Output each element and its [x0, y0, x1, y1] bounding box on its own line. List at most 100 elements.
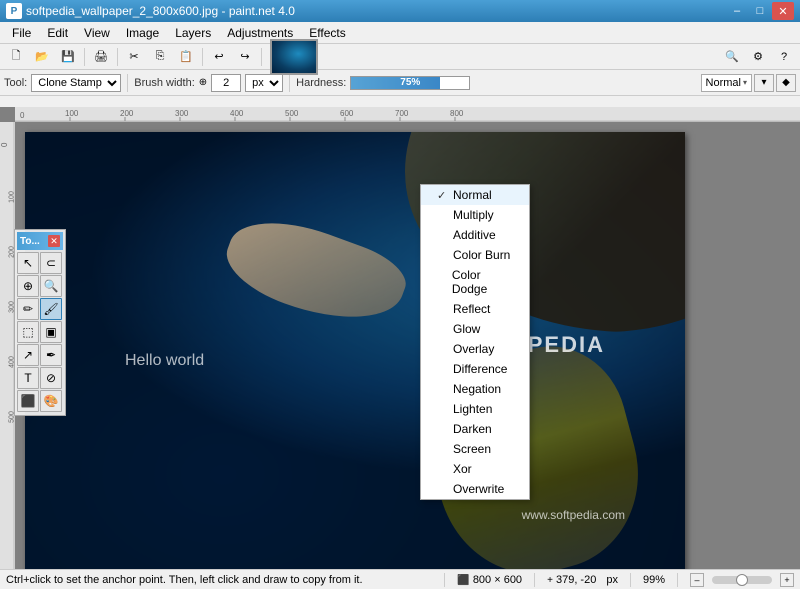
menu-layers[interactable]: Layers	[167, 24, 219, 42]
options-sep-1	[127, 74, 128, 92]
blend-label-normal: Normal	[453, 188, 492, 202]
status-unit: px	[606, 574, 618, 586]
tool-row-2: ⊕ 🔍	[17, 275, 63, 297]
help-button[interactable]: ?	[772, 46, 796, 68]
thumbnail-image	[272, 41, 316, 73]
blend-additive[interactable]: Additive	[421, 225, 529, 245]
new-button[interactable]: 🗋	[4, 46, 28, 68]
blend-darken[interactable]: Darken	[421, 419, 529, 439]
tool-select[interactable]: Clone Stamp	[31, 74, 121, 92]
undo-button[interactable]: ↩	[207, 46, 231, 68]
minimize-button[interactable]: –	[726, 2, 748, 20]
menu-file[interactable]: File	[4, 24, 39, 42]
save-button[interactable]: 💾	[56, 46, 80, 68]
main-area: 0 100 200 300 400 500 600 700 800 0 100 …	[0, 107, 800, 569]
svg-text:300: 300	[175, 109, 189, 118]
status-sep-1	[444, 573, 445, 587]
menu-edit[interactable]: Edit	[39, 24, 76, 42]
close-button[interactable]: ✕	[772, 2, 794, 20]
blend-mode-btn2[interactable]: ◆	[776, 74, 796, 92]
eraser-tool[interactable]: ⬚	[17, 321, 39, 343]
blend-normal[interactable]: ✓ Normal	[421, 185, 529, 205]
fill-tool[interactable]: ▣	[40, 321, 62, 343]
lasso-tool[interactable]: ⊂	[40, 252, 62, 274]
paste-button[interactable]: 📋	[174, 46, 198, 68]
blend-reflect[interactable]: Reflect	[421, 299, 529, 319]
zoom-out-button[interactable]: –	[690, 573, 704, 587]
tool-panel-title: To...	[20, 236, 40, 247]
blend-xor[interactable]: Xor	[421, 459, 529, 479]
canvas-container: Hello world SOFTPEDIA www.softpedia.com	[25, 132, 685, 569]
blend-label-colordodge: Color Dodge	[452, 268, 513, 296]
brush-width-label: Brush width:	[134, 77, 195, 89]
blend-mode-btn1[interactable]: ▾	[754, 74, 774, 92]
svg-text:200: 200	[120, 109, 134, 118]
status-bar: Ctrl+click to set the anchor point. Then…	[0, 569, 800, 589]
copy-button[interactable]: ⎘	[148, 46, 172, 68]
svg-text:100: 100	[65, 109, 79, 118]
blend-multiply[interactable]: Multiply	[421, 205, 529, 225]
status-sep-4	[677, 573, 678, 587]
text-tool[interactable]: T	[17, 367, 39, 389]
brush-tool[interactable]: 🖌	[40, 298, 62, 320]
pan-tool[interactable]: 🔍	[40, 275, 62, 297]
zoom-button[interactable]: 🔍	[720, 46, 744, 68]
svg-text:500: 500	[285, 109, 299, 118]
menu-image[interactable]: Image	[118, 24, 167, 42]
vertical-ruler: 0 100 200 300 400 500	[0, 122, 15, 569]
hardness-slider[interactable]: 75%	[350, 76, 470, 90]
app-icon: P	[6, 3, 22, 19]
crop-tool[interactable]: ⊘	[40, 367, 62, 389]
ruler-v-svg: 0 100 200 300 400 500	[0, 122, 15, 569]
blend-label-overlay: Overlay	[453, 342, 494, 356]
blend-label-glow: Glow	[453, 322, 480, 336]
blend-colorburn[interactable]: Color Burn	[421, 245, 529, 265]
tool-panel: To... ✕ ↖ ⊂ ⊕ 🔍 ✏ 🖌 ⬚ ▣ ↗ ✒ T ⊘ ⬛ 🎨	[14, 229, 66, 416]
color-picker[interactable]: ⬛	[17, 390, 39, 412]
blend-lighten[interactable]: Lighten	[421, 399, 529, 419]
blend-label-darken: Darken	[453, 422, 492, 436]
menu-view[interactable]: View	[76, 24, 118, 42]
brush-size-unit-select[interactable]: px	[245, 74, 283, 92]
blend-label-lighten: Lighten	[453, 402, 492, 416]
zoom-in-button[interactable]: +	[780, 573, 794, 587]
blend-negation[interactable]: Negation	[421, 379, 529, 399]
open-button[interactable]: 📂	[30, 46, 54, 68]
brush-width-input[interactable]: 2	[211, 74, 241, 92]
blend-overlay[interactable]: Overlay	[421, 339, 529, 359]
blend-difference[interactable]: Difference	[421, 359, 529, 379]
toolbar-separator-3	[202, 48, 203, 66]
tool-row-7: ⬛ 🎨	[17, 390, 63, 412]
cut-button[interactable]: ✂	[122, 46, 146, 68]
ruler-h-svg: 0 100 200 300 400 500 600 700 800	[15, 107, 800, 122]
zoom-tool[interactable]: ⊕	[17, 275, 39, 297]
gradient-tool[interactable]: 🎨	[40, 390, 62, 412]
maximize-button[interactable]: □	[749, 2, 771, 20]
blend-mode-dropdown[interactable]: Normal ▾	[701, 74, 752, 92]
title-bar-left: P softpedia_wallpaper_2_800x600.jpg - pa…	[6, 3, 295, 19]
pencil-tool[interactable]: ✏	[17, 298, 39, 320]
pen-tool[interactable]: ✒	[40, 344, 62, 366]
tool-panel-close[interactable]: ✕	[48, 235, 60, 247]
coords-icon: +	[547, 575, 553, 586]
select-tool[interactable]: ↖	[17, 252, 39, 274]
canvas-scroll-area[interactable]: Hello world SOFTPEDIA www.softpedia.com	[15, 122, 800, 569]
status-sep-2	[534, 573, 535, 587]
clone-tool[interactable]: ↗	[17, 344, 39, 366]
blend-glow[interactable]: Glow	[421, 319, 529, 339]
svg-text:700: 700	[395, 109, 409, 118]
redo-button[interactable]: ↪	[233, 46, 257, 68]
status-dimensions: ⬛ 800 × 600	[457, 574, 522, 586]
settings-button[interactable]: ⚙	[746, 46, 770, 68]
blend-screen[interactable]: Screen	[421, 439, 529, 459]
tool-row-6: T ⊘	[17, 367, 63, 389]
svg-text:800: 800	[450, 109, 464, 118]
zoom-slider[interactable]	[712, 576, 772, 584]
brush-size-icon: ⊕	[199, 77, 207, 88]
print-button[interactable]: 🖨	[89, 46, 113, 68]
blend-overwrite[interactable]: Overwrite	[421, 479, 529, 499]
tools-options-bar: Tool: Clone Stamp Brush width: ⊕ 2 px Ha…	[0, 70, 800, 96]
blend-colordodge[interactable]: Color Dodge	[421, 265, 529, 299]
blend-label-difference: Difference	[453, 362, 507, 376]
tool-label: Tool:	[4, 77, 27, 89]
